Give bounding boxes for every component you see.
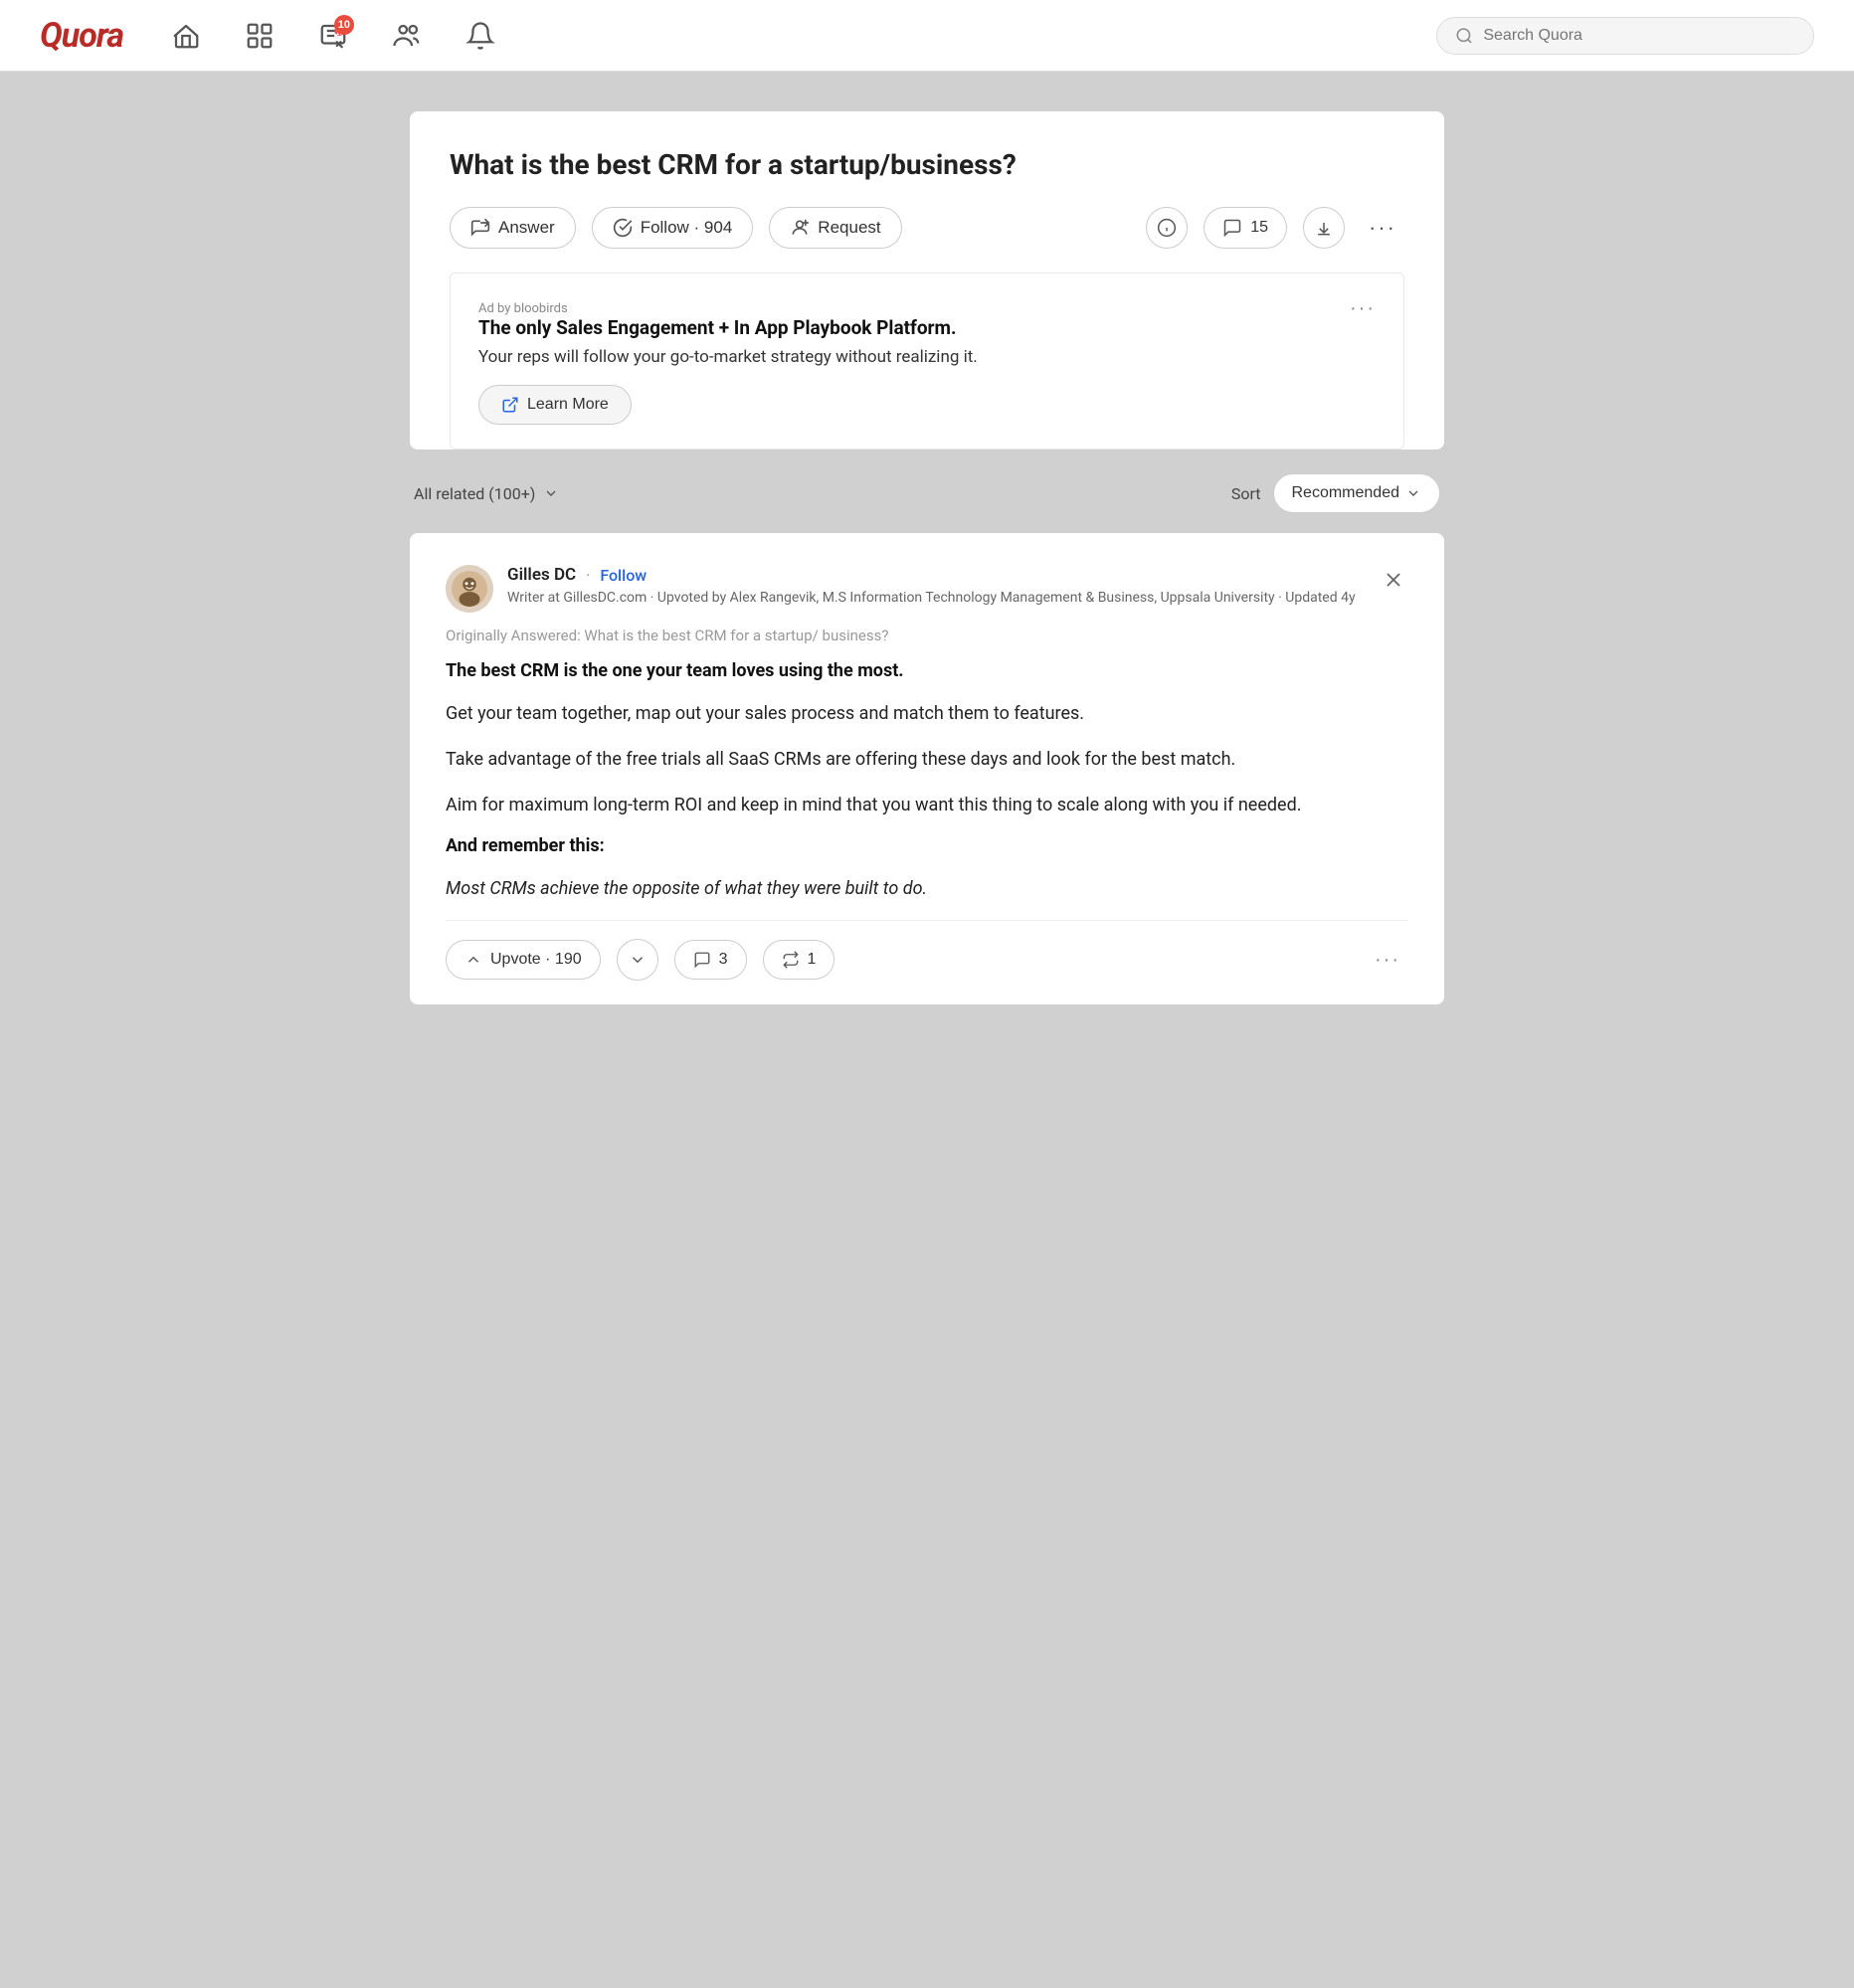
answer-header: Gilles DC · Follow Writer at GillesDC.co… [446, 565, 1408, 613]
answer-footer: Upvote · 190 3 [446, 920, 1408, 981]
author-name[interactable]: Gilles DC [507, 565, 576, 585]
comment-icon [1222, 218, 1242, 238]
follow-label: Follow · 904 [641, 218, 733, 238]
all-related-button[interactable]: All related (100+) [414, 484, 559, 503]
original-question: Originally Answered: What is the best CR… [446, 627, 1408, 644]
info-icon [1157, 218, 1177, 238]
learn-more-button[interactable]: Learn More [478, 385, 632, 425]
comment-count: 15 [1250, 219, 1268, 237]
answer-comment-button[interactable]: 3 [674, 940, 747, 980]
chevron-down-icon [543, 485, 559, 501]
comments-button[interactable]: 15 [1204, 207, 1287, 249]
upvote-label: Upvote · 190 [490, 951, 582, 969]
external-link-icon [501, 396, 519, 414]
answer-card: Gilles DC · Follow Writer at GillesDC.co… [410, 533, 1444, 1004]
author-meta: Writer at GillesDC.com · Upvoted by Alex… [507, 589, 1356, 609]
request-button[interactable]: Request [769, 207, 901, 249]
chevron-down-icon [1405, 485, 1421, 501]
answer-subheading: And remember this: [446, 835, 1408, 856]
follow-button[interactable]: Follow · 904 [592, 207, 754, 249]
upvote-icon [464, 951, 482, 969]
search-icon [1455, 26, 1473, 46]
search-bar[interactable] [1436, 17, 1814, 55]
answer-label: Answer [498, 218, 555, 238]
share-count: 1 [808, 951, 817, 969]
close-icon [1383, 569, 1404, 591]
question-title: What is the best CRM for a startup/busin… [450, 147, 1404, 183]
create-badge: 10 [334, 15, 354, 35]
ad-menu-button[interactable]: ··· [1350, 297, 1376, 320]
avatar-image [452, 571, 487, 607]
quora-logo[interactable]: Quora [40, 16, 123, 56]
answer-icon [470, 218, 490, 238]
answer-paragraph-1: Get your team together, map out your sal… [446, 699, 1408, 729]
sort-controls: Sort Recommended [1231, 473, 1440, 513]
request-label: Request [818, 218, 880, 238]
answer-paragraph-2: Take advantage of the free trials all Sa… [446, 745, 1408, 775]
save-button[interactable] [1303, 207, 1345, 249]
home-nav-button[interactable] [163, 13, 209, 59]
question-actions: Answer Follow · 904 Request [450, 207, 1404, 272]
spaces-nav-button[interactable] [384, 13, 430, 59]
feed-icon [245, 21, 275, 51]
answer-comment-count: 3 [719, 951, 728, 969]
share-button[interactable]: 1 [763, 940, 835, 980]
answer-italic-line: Most CRMs achieve the opposite of what t… [446, 874, 1408, 904]
bell-icon [465, 21, 495, 51]
question-card: What is the best CRM for a startup/busin… [410, 111, 1444, 450]
search-input[interactable] [1483, 27, 1795, 45]
answer-bold-line: The best CRM is the one your team loves … [446, 660, 1408, 681]
ad-subtext: Your reps will follow your go-to-market … [478, 347, 1376, 367]
question-more-button[interactable]: ··· [1361, 211, 1404, 245]
sort-button[interactable]: Recommended [1273, 473, 1441, 513]
all-related-label: All related (100+) [414, 484, 535, 503]
close-answer-button[interactable] [1379, 565, 1408, 601]
navbar: Quora 10 1 [0, 0, 1854, 72]
author-info: Gilles DC · Follow Writer at GillesDC.co… [446, 565, 1356, 613]
ad-header: Ad by bloobirds ··· [478, 297, 1376, 316]
sort-value: Recommended [1292, 484, 1400, 502]
author-name-row: Gilles DC · Follow [507, 565, 1356, 585]
author-details: Gilles DC · Follow Writer at GillesDC.co… [507, 565, 1356, 609]
ad-headline: The only Sales Engagement + In App Playb… [478, 316, 1376, 339]
downvote-icon [629, 951, 647, 969]
home-icon [171, 21, 201, 51]
feed-nav-button[interactable] [237, 13, 282, 59]
notifications-nav-button[interactable] [458, 13, 503, 59]
comment-icon [693, 951, 711, 969]
request-icon [790, 218, 810, 238]
info-button[interactable] [1146, 207, 1188, 249]
answer-button[interactable]: Answer [450, 207, 576, 249]
share-icon [782, 951, 800, 969]
ad-label: Ad by bloobirds [478, 301, 568, 316]
downvote-button[interactable] [617, 939, 658, 981]
save-icon [1314, 218, 1334, 238]
author-follow-link[interactable]: Follow [600, 566, 647, 585]
answer-more-button[interactable]: ··· [1367, 945, 1408, 976]
ad-card: Ad by bloobirds ··· The only Sales Engag… [450, 272, 1404, 450]
author-avatar[interactable] [446, 565, 493, 613]
create-nav-button[interactable]: 10 10 [310, 13, 356, 59]
upvote-button[interactable]: Upvote · 190 [446, 940, 601, 980]
learn-more-label: Learn More [527, 396, 609, 414]
nav-icons: 10 10 [163, 13, 1404, 59]
spaces-icon [392, 21, 422, 51]
answer-paragraph-3: Aim for maximum long-term ROI and keep i… [446, 791, 1408, 820]
sort-label: Sort [1231, 484, 1261, 503]
follow-icon [613, 218, 633, 238]
filter-bar: All related (100+) Sort Recommended [410, 453, 1444, 533]
